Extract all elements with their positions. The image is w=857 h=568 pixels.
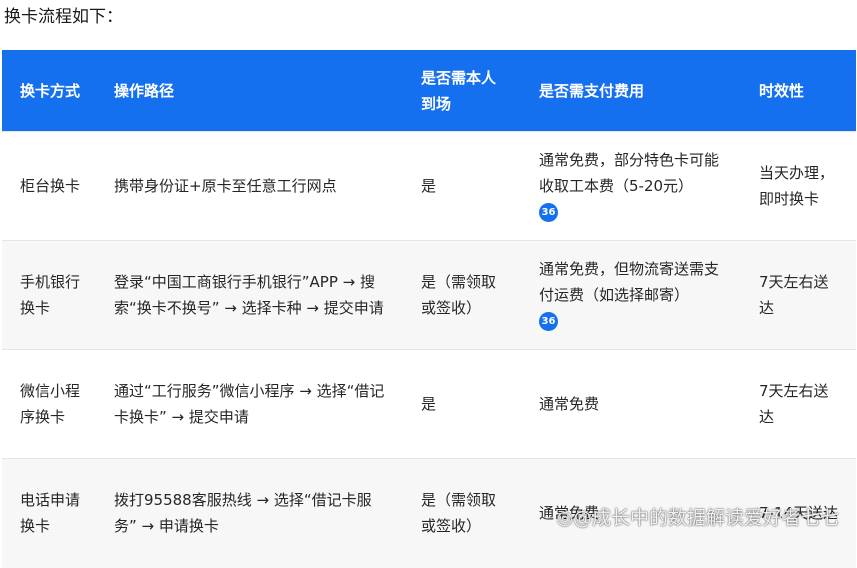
card-replacement-table: 换卡方式 操作路径 是否需本人到场 是否需支付费用 时效性 柜台换卡 携带身份证… — [2, 50, 856, 568]
table-row: 柜台换卡 携带身份证+原卡至任意工行网点 是 通常免费，部分特色卡可能收取工本费… — [2, 131, 856, 241]
intro-text: 换卡流程如下： — [4, 7, 123, 27]
cell-in-person: 是（需领取或签收） — [403, 240, 521, 350]
cell-timing: 7天左右送达 — [741, 349, 856, 459]
header-path: 操作路径 — [96, 50, 403, 132]
cell-fee: 通常免费，部分特色卡可能收取工本费（5-20元） 36 — [521, 131, 741, 241]
table-row: 手机银行换卡 登录“中国工商银行手机银行”APP → 搜索“换卡不换号” → 选… — [2, 240, 856, 350]
cell-path: 登录“中国工商银行手机银行”APP → 搜索“换卡不换号” → 选择卡种 → 提… — [96, 240, 403, 350]
cell-path: 通过“工行服务”微信小程序 → 选择“借记卡换卡” → 提交申请 — [96, 349, 403, 459]
fee-text: 通常免费，部分特色卡可能收取工本费（5-20元） — [539, 151, 720, 195]
cell-method: 微信小程序换卡 — [2, 349, 96, 459]
header-timing: 时效性 — [741, 50, 856, 132]
header-in-person: 是否需本人到场 — [403, 50, 521, 132]
cell-method: 电话申请换卡 — [2, 458, 96, 568]
cell-in-person: 是 — [403, 349, 521, 459]
cell-in-person: 是 — [403, 131, 521, 241]
fee-text: 通常免费，但物流寄送需支付运费（如选择邮寄） — [539, 260, 720, 304]
cell-method: 柜台换卡 — [2, 131, 96, 241]
table-header-row: 换卡方式 操作路径 是否需本人到场 是否需支付费用 时效性 — [2, 50, 856, 132]
watermark-text: ◎@成长中的数据解读爱好者七七 — [556, 507, 839, 529]
cell-in-person: 是（需领取或签收） — [403, 458, 521, 568]
cell-method: 手机银行换卡 — [2, 240, 96, 350]
cell-fee: 通常免费，但物流寄送需支付运费（如选择邮寄） 36 — [521, 240, 741, 350]
cell-path: 拨打95588客服热线 → 选择“借记卡服务” → 申请换卡 — [96, 458, 403, 568]
table-row: 微信小程序换卡 通过“工行服务”微信小程序 → 选择“借记卡换卡” → 提交申请… — [2, 349, 856, 459]
citation-badge[interactable]: 36 — [539, 312, 558, 331]
cell-timing: 7天左右送达 — [741, 240, 856, 350]
citation-badge[interactable]: 36 — [539, 203, 558, 222]
cell-path: 携带身份证+原卡至任意工行网点 — [96, 131, 403, 241]
header-method: 换卡方式 — [2, 50, 96, 132]
cell-timing: 当天办理，即时换卡 — [741, 131, 856, 241]
header-fee: 是否需支付费用 — [521, 50, 741, 132]
cell-fee: 通常免费 — [521, 349, 741, 459]
